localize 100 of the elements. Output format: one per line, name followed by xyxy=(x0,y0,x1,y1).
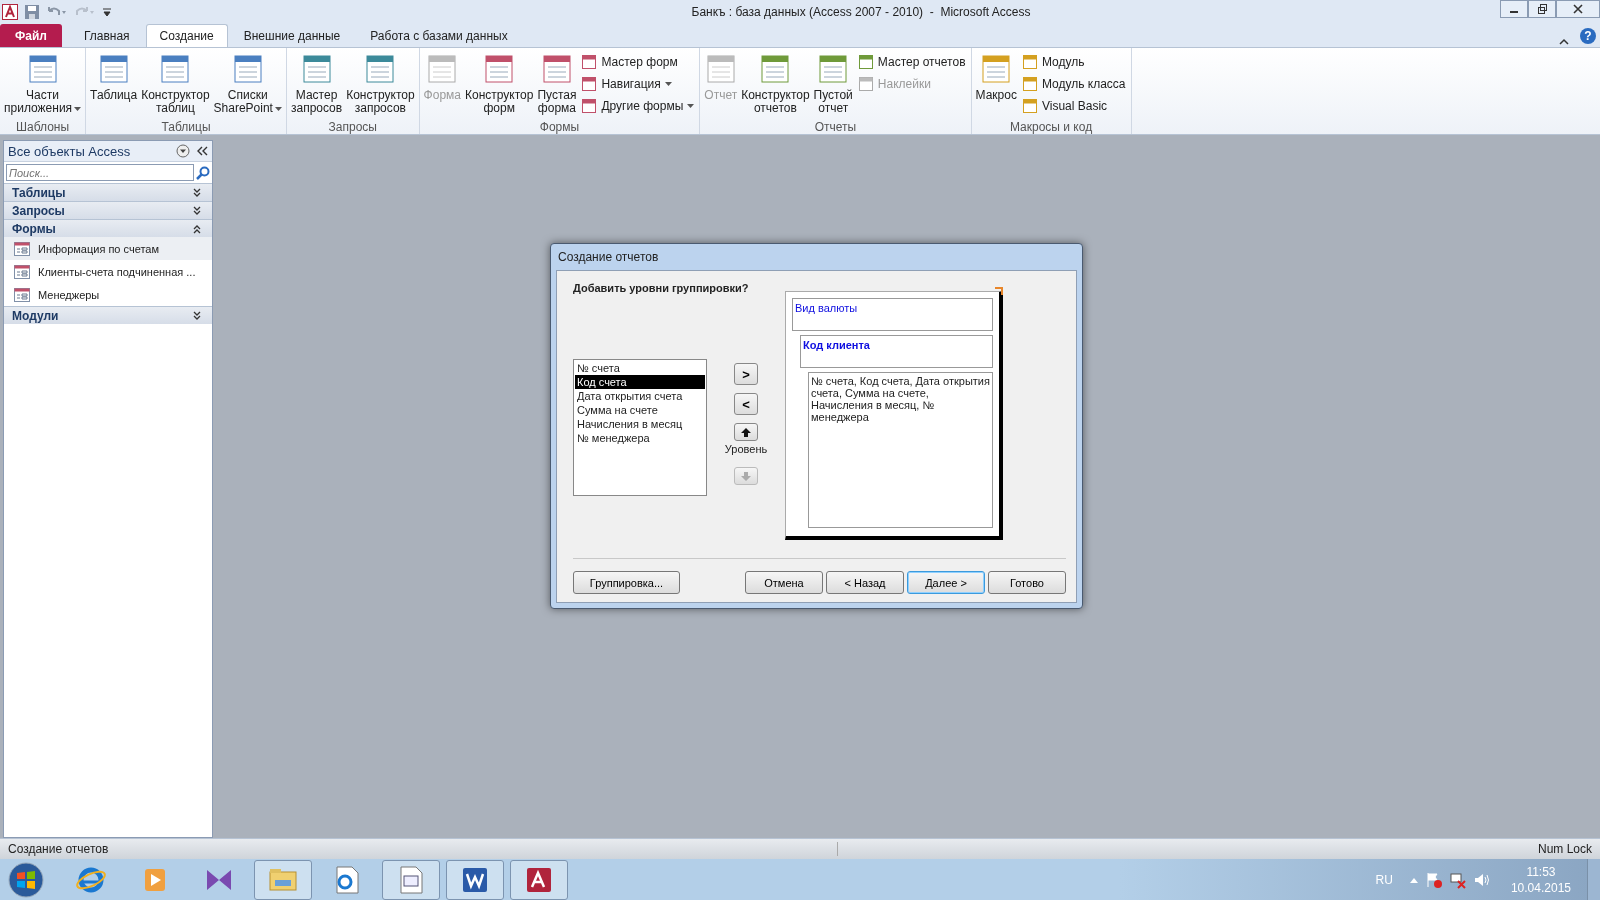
group-label: Запросы xyxy=(327,120,378,134)
ribbon-tab[interactable]: Работа с базами данных xyxy=(356,24,522,47)
ribbon-tab[interactable]: Файл xyxy=(0,24,62,47)
field-item[interactable]: № менеджера xyxy=(575,431,705,445)
sheet-icon xyxy=(759,53,792,85)
network-icon[interactable] xyxy=(1448,870,1467,889)
move-button[interactable]: < xyxy=(734,393,758,415)
priority-up-button[interactable] xyxy=(734,423,758,441)
form-item[interactable]: Клиенты-счета подчиненная ... xyxy=(4,260,212,283)
save-icon[interactable] xyxy=(24,3,40,20)
taskbar-button[interactable] xyxy=(382,859,440,900)
app-icon[interactable] xyxy=(2,3,18,20)
detail-fields: № счета, Код счета, Дата открытия счета, Сумма на счете, Начисления в месяц, № менеджера xyxy=(811,375,990,423)
field-item[interactable]: Дата открытия счета xyxy=(575,389,705,403)
ribbon-button[interactable]: Макрос xyxy=(974,50,1018,120)
ribbon-button[interactable]: Конструктор таблиц xyxy=(140,50,211,120)
group-label: Формы xyxy=(538,120,581,134)
start-button[interactable] xyxy=(8,861,44,898)
sheet-icon xyxy=(1021,76,1038,92)
ribbon-button[interactable]: Конструктор форм xyxy=(464,50,535,120)
group-label: Макросы и код xyxy=(1008,120,1094,134)
form-icon xyxy=(14,287,30,302)
wizard-button[interactable]: < Назад xyxy=(826,571,904,594)
form-item[interactable]: Информация по счетам xyxy=(4,237,212,260)
priority-label: Уровень xyxy=(724,443,768,455)
taskbar-button[interactable] xyxy=(446,859,504,900)
ribbon-button[interactable]: Таблица xyxy=(89,50,139,120)
ribbon-button[interactable]: Конструктор отчетов xyxy=(740,50,811,120)
ribbon-button[interactable]: Модуль xyxy=(1019,52,1128,72)
taskbar-button[interactable] xyxy=(510,859,568,900)
sheet-icon xyxy=(426,53,459,85)
form-icon xyxy=(14,241,30,256)
sheet-icon xyxy=(704,53,737,85)
ribbon-button[interactable]: Другие формы xyxy=(579,96,697,116)
status-text: Создание отчетов xyxy=(8,842,109,856)
collapse-ribbon-icon[interactable] xyxy=(1558,37,1570,47)
group-header[interactable]: Формы xyxy=(4,219,212,237)
form-item[interactable]: Менеджеры xyxy=(4,283,212,306)
wizard-button[interactable]: Отмена xyxy=(745,571,823,594)
sheet-icon xyxy=(97,53,130,85)
help-button[interactable]: ? xyxy=(1580,28,1596,44)
ribbon-button[interactable]: Модуль класса xyxy=(1019,74,1128,94)
grouping-options-button[interactable]: Группировка... xyxy=(573,571,680,594)
ribbon-tab[interactable]: Внешние данные xyxy=(229,24,355,47)
ribbon-button[interactable]: Мастер запросов xyxy=(289,50,344,120)
field-item[interactable]: Начисления в месяц xyxy=(575,417,705,431)
move-button[interactable]: > xyxy=(734,363,758,385)
group-header[interactable]: Запросы xyxy=(4,201,212,219)
group-label: Таблицы xyxy=(160,120,212,134)
date-text: 10.04.2015 xyxy=(1510,879,1571,896)
wizard-button[interactable]: Далее > xyxy=(907,571,985,594)
ribbon-button[interactable]: Части приложения xyxy=(3,50,83,120)
arrow-up-icon xyxy=(741,427,751,437)
time-text: 11:53 xyxy=(1526,863,1556,880)
ribbon-tab[interactable]: Главная xyxy=(69,24,144,47)
chevron-icon xyxy=(192,310,202,321)
sheet-icon xyxy=(980,53,1013,85)
dropdown-icon[interactable] xyxy=(176,144,190,158)
sheet-icon xyxy=(540,53,573,85)
field-item[interactable]: Сумма на счете xyxy=(575,403,705,417)
ribbon-button[interactable]: Мастер отчетов xyxy=(855,52,968,72)
sheet-icon xyxy=(581,54,598,70)
minimize-button[interactable] xyxy=(1500,0,1528,18)
caret-icon xyxy=(274,107,282,112)
sheet-icon xyxy=(231,53,264,85)
chevron-icon xyxy=(192,223,202,234)
group-header[interactable]: Модули xyxy=(4,306,212,324)
corner-mark-icon xyxy=(995,287,1003,295)
close-button[interactable] xyxy=(1556,0,1600,18)
search-icon[interactable] xyxy=(196,165,210,180)
question-text: Добавить уровни группировки? xyxy=(573,281,749,295)
ribbon-button[interactable]: Пустая форма xyxy=(536,50,578,120)
group-label: Шаблоны xyxy=(15,120,71,134)
restore-button[interactable] xyxy=(1528,0,1556,18)
group-header[interactable]: Таблицы xyxy=(4,183,212,201)
group-level-label: Вид валюты xyxy=(795,302,858,314)
ribbon-button[interactable]: Навигация xyxy=(579,74,697,94)
sheet-icon xyxy=(857,76,874,92)
search-field[interactable]: Поиск... xyxy=(6,164,194,181)
ribbon-button[interactable]: Мастер форм xyxy=(579,52,697,72)
window-title: Банкъ : база данных (Access 2007 - 2010) - Microsoft Access xyxy=(690,4,1032,19)
field-item[interactable]: № счета xyxy=(575,361,705,375)
wizard-button[interactable]: Готово xyxy=(988,571,1066,594)
sheet-icon xyxy=(581,98,598,114)
collapse-pane-icon[interactable] xyxy=(196,146,208,156)
flag-icon[interactable] xyxy=(1424,870,1443,889)
ribbon-button[interactable]: Списки SharePoint xyxy=(212,50,283,120)
chevron-icon xyxy=(192,205,202,216)
ribbon-tab[interactable]: Создание xyxy=(145,24,228,47)
ribbon-button[interactable]: Конструктор запросов xyxy=(345,50,416,120)
ribbon-button[interactable]: Visual Basic xyxy=(1019,96,1128,116)
minimize-icon xyxy=(1510,11,1518,13)
sheet-icon xyxy=(300,53,333,85)
sheet-icon xyxy=(1021,98,1038,114)
ribbon-button[interactable]: Пустой отчет xyxy=(812,50,854,120)
sheet-icon xyxy=(26,53,59,85)
field-item[interactable]: Код счета xyxy=(575,375,705,389)
sheet-icon xyxy=(1021,54,1038,70)
group-label: Отчеты xyxy=(813,120,858,134)
sheet-icon xyxy=(159,53,192,85)
